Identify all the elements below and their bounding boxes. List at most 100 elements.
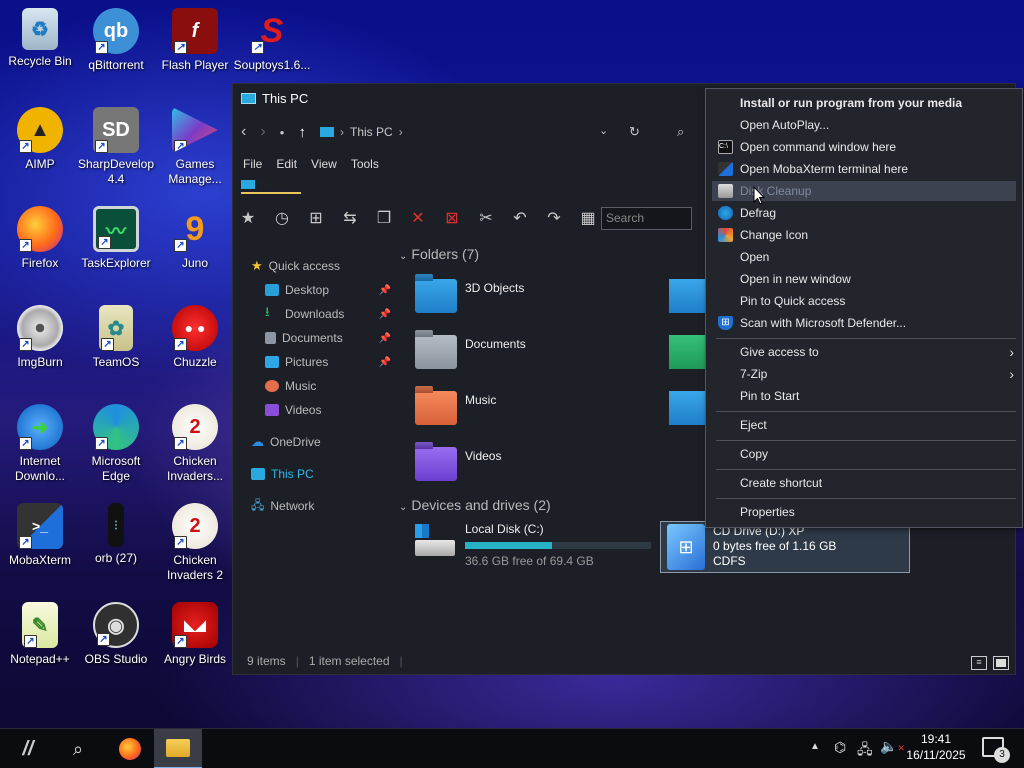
context-menu-header[interactable]: Install or run program from your media: [712, 93, 1016, 113]
desktop-icon-games[interactable]: ↗ Games Manage...: [155, 107, 235, 187]
forward-icon[interactable]: ›: [260, 123, 265, 141]
sidebar-item-documents[interactable]: Documents 📌: [251, 326, 391, 350]
clock[interactable]: 19:41 16/11/2025: [900, 732, 972, 762]
show-hidden-icons-chevron[interactable]: ▲: [810, 741, 820, 752]
menu-item-change-icon[interactable]: Change Icon: [712, 225, 1016, 245]
menu-item-open-mobaxterm[interactable]: Open MobaXterm terminal here: [712, 159, 1016, 179]
menu-item-open-autoplay[interactable]: Open AutoPlay...: [712, 115, 1016, 135]
network-status-icon[interactable]: 🖧: [857, 739, 873, 763]
desktop-icon-juno[interactable]: 9 ↗ Juno: [155, 206, 235, 271]
menu-item-open[interactable]: Open: [712, 247, 1016, 267]
drive-local-disk-c[interactable]: Local Disk (C:) 36.6 GB free of 69.4 GB: [413, 522, 651, 568]
desktop-icon-qbittorrent[interactable]: qb ↗ qBittorrent: [76, 8, 156, 73]
menu-item-properties[interactable]: Properties: [712, 502, 1016, 522]
menu-item-open-new-window[interactable]: Open in new window: [712, 269, 1016, 289]
menu-item-open-command-window[interactable]: C:\ Open command window here: [712, 137, 1016, 157]
menu-item-scan-defender[interactable]: ⊞ Scan with Microsoft Defender...: [712, 313, 1016, 333]
desktop-icon-chicken-invaders[interactable]: 2 ↗ Chicken Invaders...: [155, 404, 235, 484]
recent-dot-icon[interactable]: ●: [280, 128, 285, 137]
pin-icon[interactable]: 📌: [379, 285, 391, 296]
menu-item-copy[interactable]: Copy: [712, 444, 1016, 464]
refresh-icon[interactable]: ↻: [629, 124, 640, 140]
move-to-icon[interactable]: ⇆: [339, 208, 361, 228]
desktop-icon-flash[interactable]: f ↗ Flash Player: [155, 8, 235, 73]
desktop-icon-mobaxterm[interactable]: >_ ↗ MobaXterm: [0, 503, 80, 568]
downloads-folder-icon[interactable]: [669, 335, 705, 369]
desktop-icon-taskexplorer[interactable]: 〰 ↗ TaskExplorer: [76, 206, 156, 271]
desktop-icon-orb[interactable]: ⋮ orb (27): [76, 503, 156, 566]
desktop-icon-sharpdevelop[interactable]: SD ↗ SharpDevelop 4.4: [76, 107, 156, 187]
details-view-icon[interactable]: ≡: [971, 656, 987, 670]
desktop-icon-chuzzle[interactable]: ● ● ↗ Chuzzle: [155, 305, 235, 370]
menu-item-defrag[interactable]: Defrag: [712, 203, 1016, 223]
menu-item-eject[interactable]: Eject: [712, 415, 1016, 435]
menu-item-give-access[interactable]: Give access to ›: [712, 342, 1016, 362]
taskbar-search-button[interactable]: ⌕: [60, 735, 96, 763]
menu-item-pin-quick-access[interactable]: Pin to Quick access: [712, 291, 1016, 311]
sidebar-item-music[interactable]: Music: [251, 374, 391, 398]
desktop-icon-angry-birds[interactable]: ◣◢ ↗ Angry Birds: [155, 602, 235, 667]
delete-permanent-icon[interactable]: ⊠: [441, 208, 463, 228]
desktop-icon-aimp[interactable]: ▲ ↗ AIMP: [0, 107, 80, 172]
menu-item-7zip[interactable]: 7-Zip ›: [712, 364, 1016, 384]
desktop-icon-souptoys[interactable]: S ↗ Souptoys1.6...: [232, 8, 312, 73]
pin-icon[interactable]: 📌: [379, 309, 391, 320]
ribbon-tab-this-pc[interactable]: This PC: [241, 180, 302, 194]
folder-3d-objects[interactable]: 3D Objects: [415, 279, 524, 313]
desktop-icon-obs[interactable]: ◉ ↗ OBS Studio: [76, 602, 156, 667]
desktop-icon-chicken-invaders-2[interactable]: 2 ↗ Chicken Invaders 2: [155, 503, 235, 583]
pictures-folder-icon[interactable]: [669, 391, 705, 425]
drive-cd-d[interactable]: ⊞ CD Drive (D:) XP 0 bytes free of 1.16 …: [660, 521, 910, 573]
folder-documents[interactable]: Documents: [415, 335, 526, 369]
search-input[interactable]: Search: [601, 207, 692, 230]
large-icons-view-icon[interactable]: [993, 656, 1009, 670]
tray-device-icon[interactable]: ⌬: [834, 739, 846, 756]
desktop-icon-idm[interactable]: ➜ ↗ Internet Downlo...: [0, 404, 80, 484]
sidebar-item-this-pc[interactable]: This PC: [251, 462, 391, 486]
up-arrow-icon[interactable]: ↑: [299, 124, 307, 141]
taskbar-firefox[interactable]: [112, 733, 148, 765]
address-dropdown-icon[interactable]: ⌄: [599, 124, 608, 137]
start-button[interactable]: //: [10, 735, 46, 763]
pin-icon[interactable]: 📌: [379, 333, 391, 344]
desktop-icon-notepadpp[interactable]: ✎ ↗ Notepad++: [0, 602, 80, 667]
menu-tools[interactable]: Tools: [351, 157, 379, 171]
desktop-icon-imgburn[interactable]: ↗ ImgBurn: [0, 305, 80, 370]
sidebar-item-videos[interactable]: Videos: [251, 398, 391, 422]
back-icon[interactable]: ‹: [241, 123, 246, 141]
favorite-star-icon[interactable]: ★: [237, 208, 259, 228]
menu-item-pin-start[interactable]: Pin to Start: [712, 386, 1016, 406]
menu-item-create-shortcut[interactable]: Create shortcut: [712, 473, 1016, 493]
sidebar-item-onedrive[interactable]: ☁ OneDrive: [251, 430, 391, 454]
sidebar-item-pictures[interactable]: Pictures 📌: [251, 350, 391, 374]
search-icon[interactable]: ⌕: [677, 124, 684, 140]
folder-music[interactable]: Music: [415, 391, 496, 425]
desktop-folder-icon[interactable]: [669, 279, 705, 313]
delete-icon[interactable]: ✕: [407, 208, 429, 228]
menu-file[interactable]: File: [243, 157, 262, 171]
redo-icon[interactable]: ↷: [543, 208, 565, 228]
sidebar-item-quick-access[interactable]: ★ Quick access: [251, 254, 391, 278]
menu-view[interactable]: View: [311, 157, 337, 171]
sidebar-item-network[interactable]: 🖧 Network: [251, 494, 391, 518]
notification-center-button[interactable]: 3: [982, 737, 1010, 763]
sidebar-item-downloads[interactable]: ⭳ Downloads 📌: [251, 302, 391, 326]
taskbar-file-explorer[interactable]: [154, 729, 202, 768]
desktop-icon-firefox[interactable]: ↗ Firefox: [0, 206, 80, 271]
desktop-icon-recycle-bin[interactable]: ♻ Recycle Bin: [0, 8, 80, 69]
breadcrumb[interactable]: › This PC ›: [320, 125, 403, 139]
windows-flag-icon[interactable]: ⊞: [305, 208, 327, 228]
devices-section-header[interactable]: ⌄ Devices and drives (2): [399, 497, 551, 513]
sidebar-item-desktop[interactable]: Desktop 📌: [251, 278, 391, 302]
desktop-icon-edge[interactable]: ↗ Microsoft Edge: [76, 404, 156, 484]
menu-edit[interactable]: Edit: [276, 157, 297, 171]
copy-to-icon[interactable]: ❐: [373, 208, 395, 228]
undo-icon[interactable]: ↶: [509, 208, 531, 228]
cut-icon[interactable]: ✂: [475, 208, 497, 228]
folders-section-header[interactable]: ⌄ Folders (7): [399, 246, 479, 262]
pin-icon[interactable]: 📌: [379, 357, 391, 368]
history-icon[interactable]: ◷: [271, 208, 293, 228]
desktop-icon-teamos[interactable]: ✿ ↗ TeamOS: [76, 305, 156, 370]
folder-videos[interactable]: Videos: [415, 447, 501, 481]
view-grid-icon[interactable]: ▦: [577, 208, 599, 228]
